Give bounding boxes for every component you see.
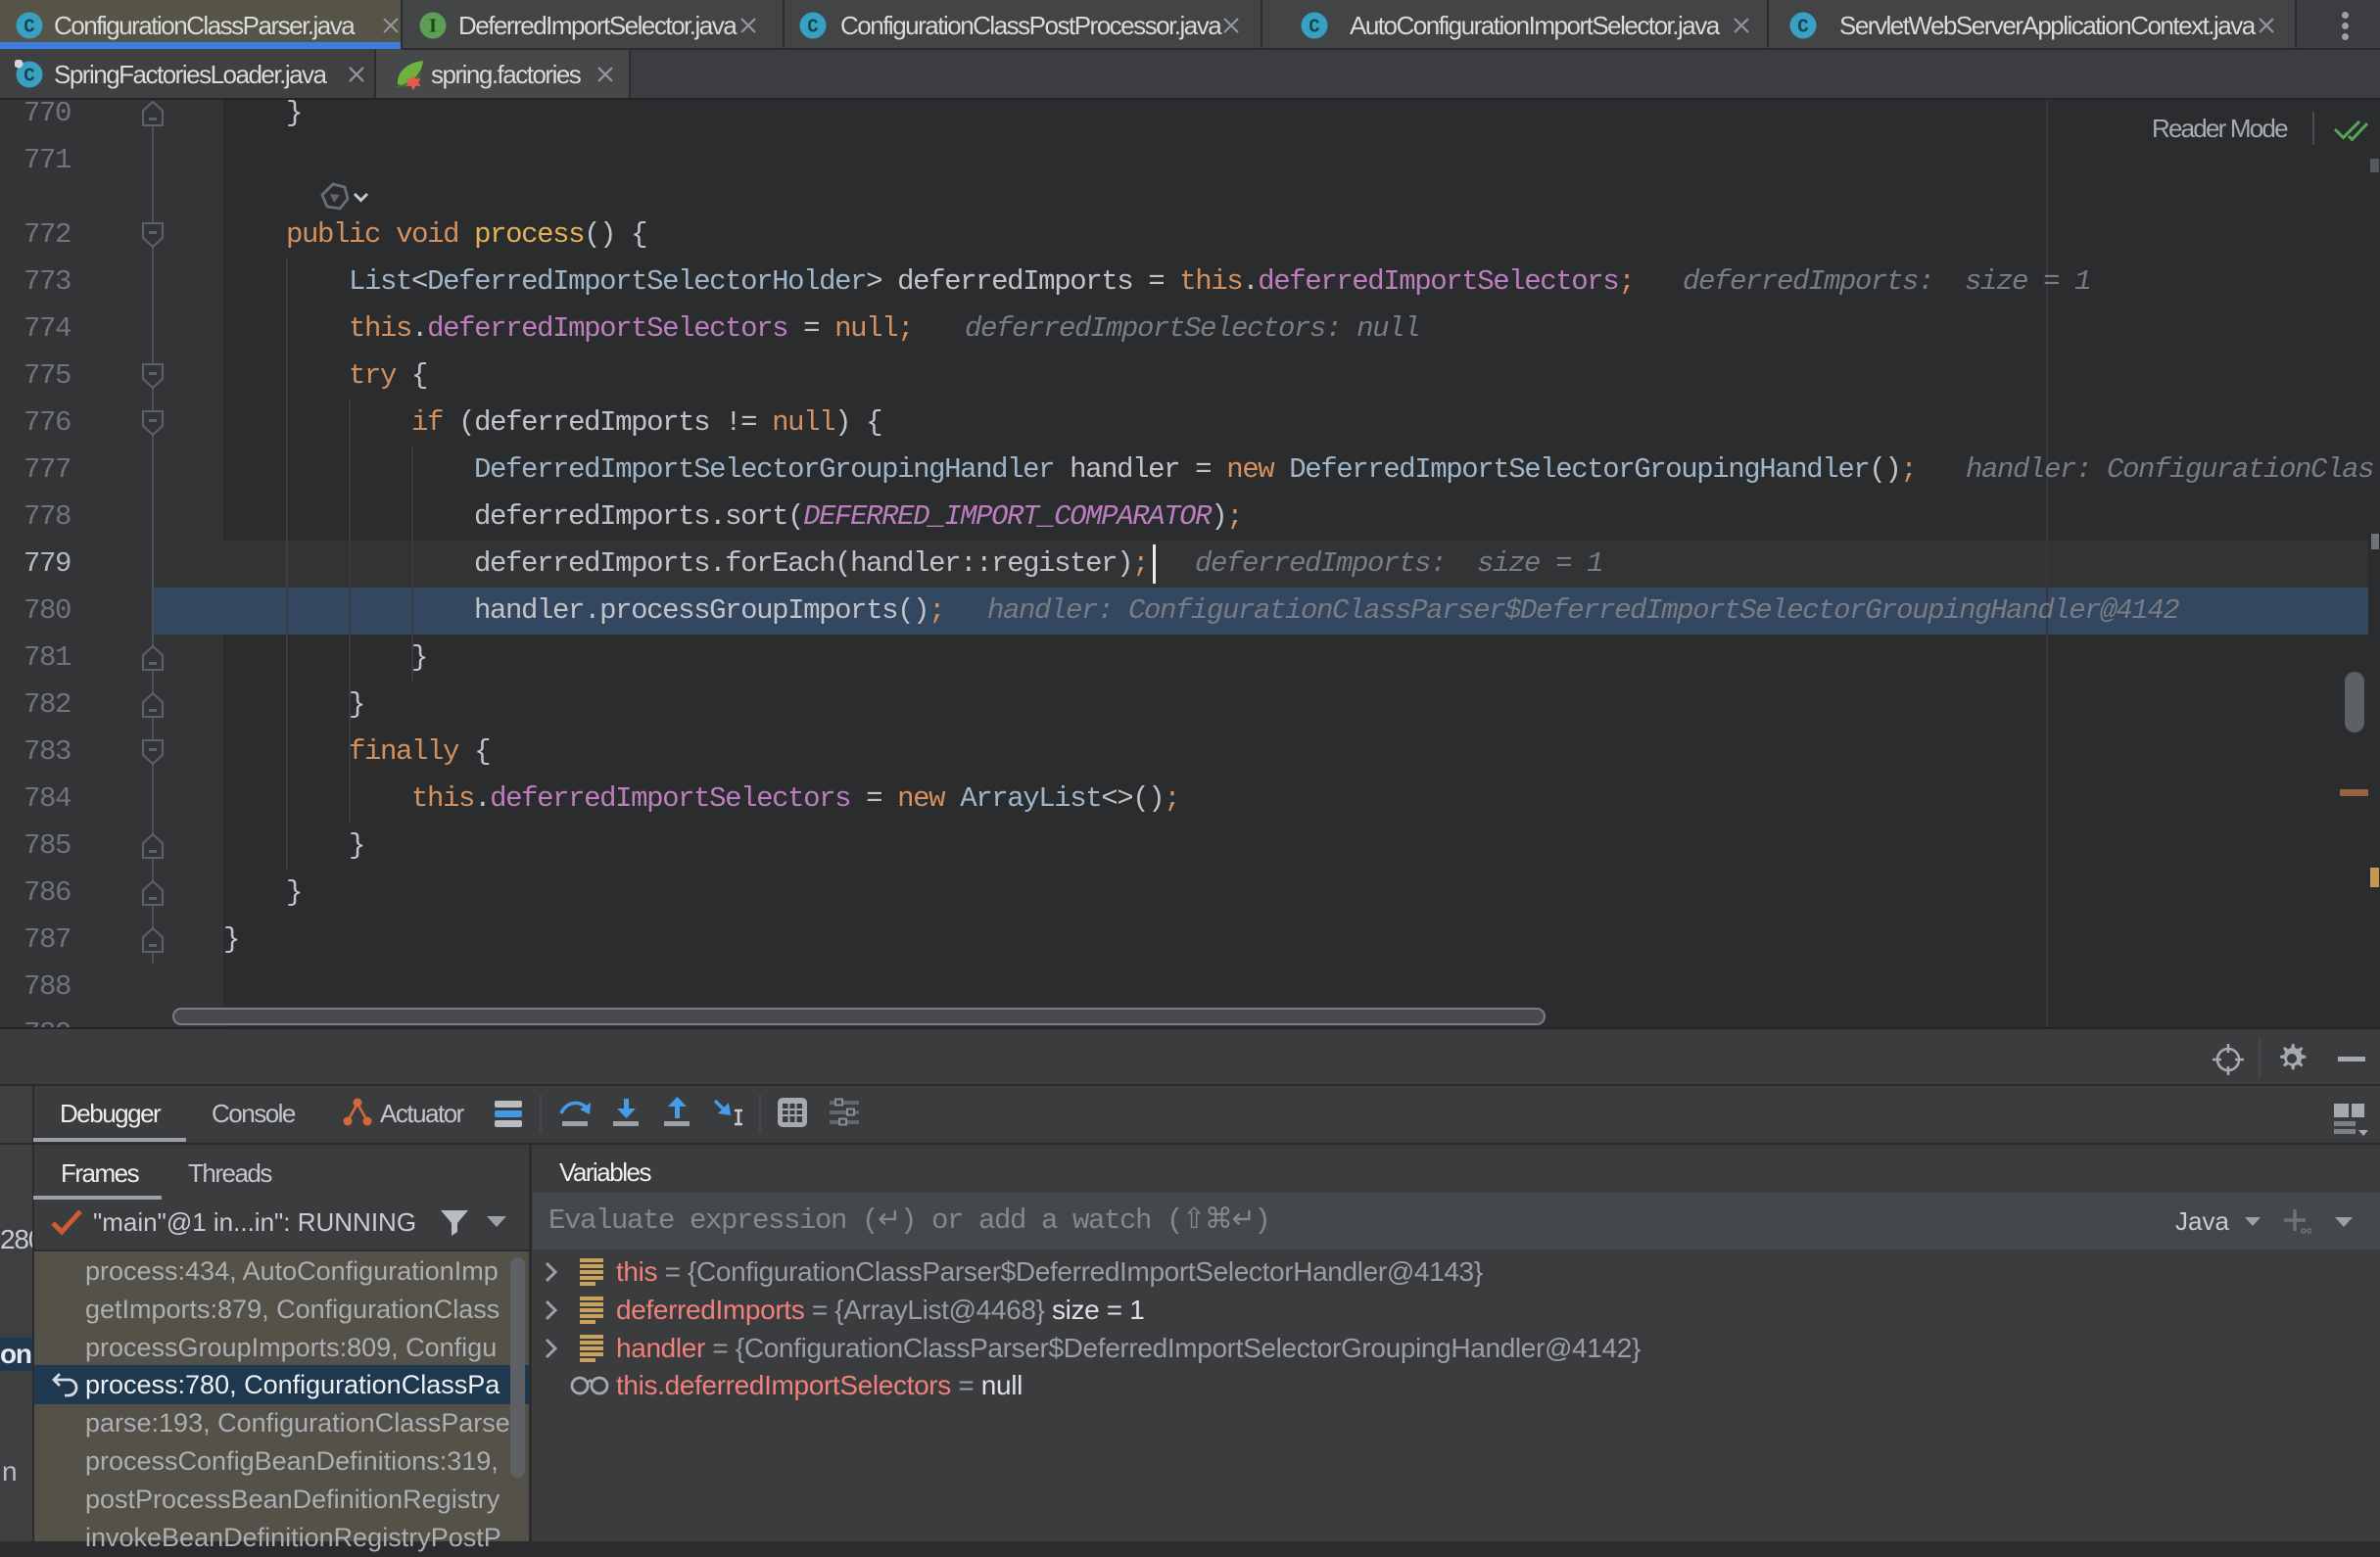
svg-text:C: C bbox=[24, 66, 34, 87]
svg-text:C: C bbox=[1309, 17, 1319, 38]
svg-text:I: I bbox=[429, 16, 437, 37]
svg-text:C: C bbox=[1797, 17, 1808, 38]
svg-text:C: C bbox=[807, 17, 818, 38]
svg-text:C: C bbox=[24, 17, 34, 38]
